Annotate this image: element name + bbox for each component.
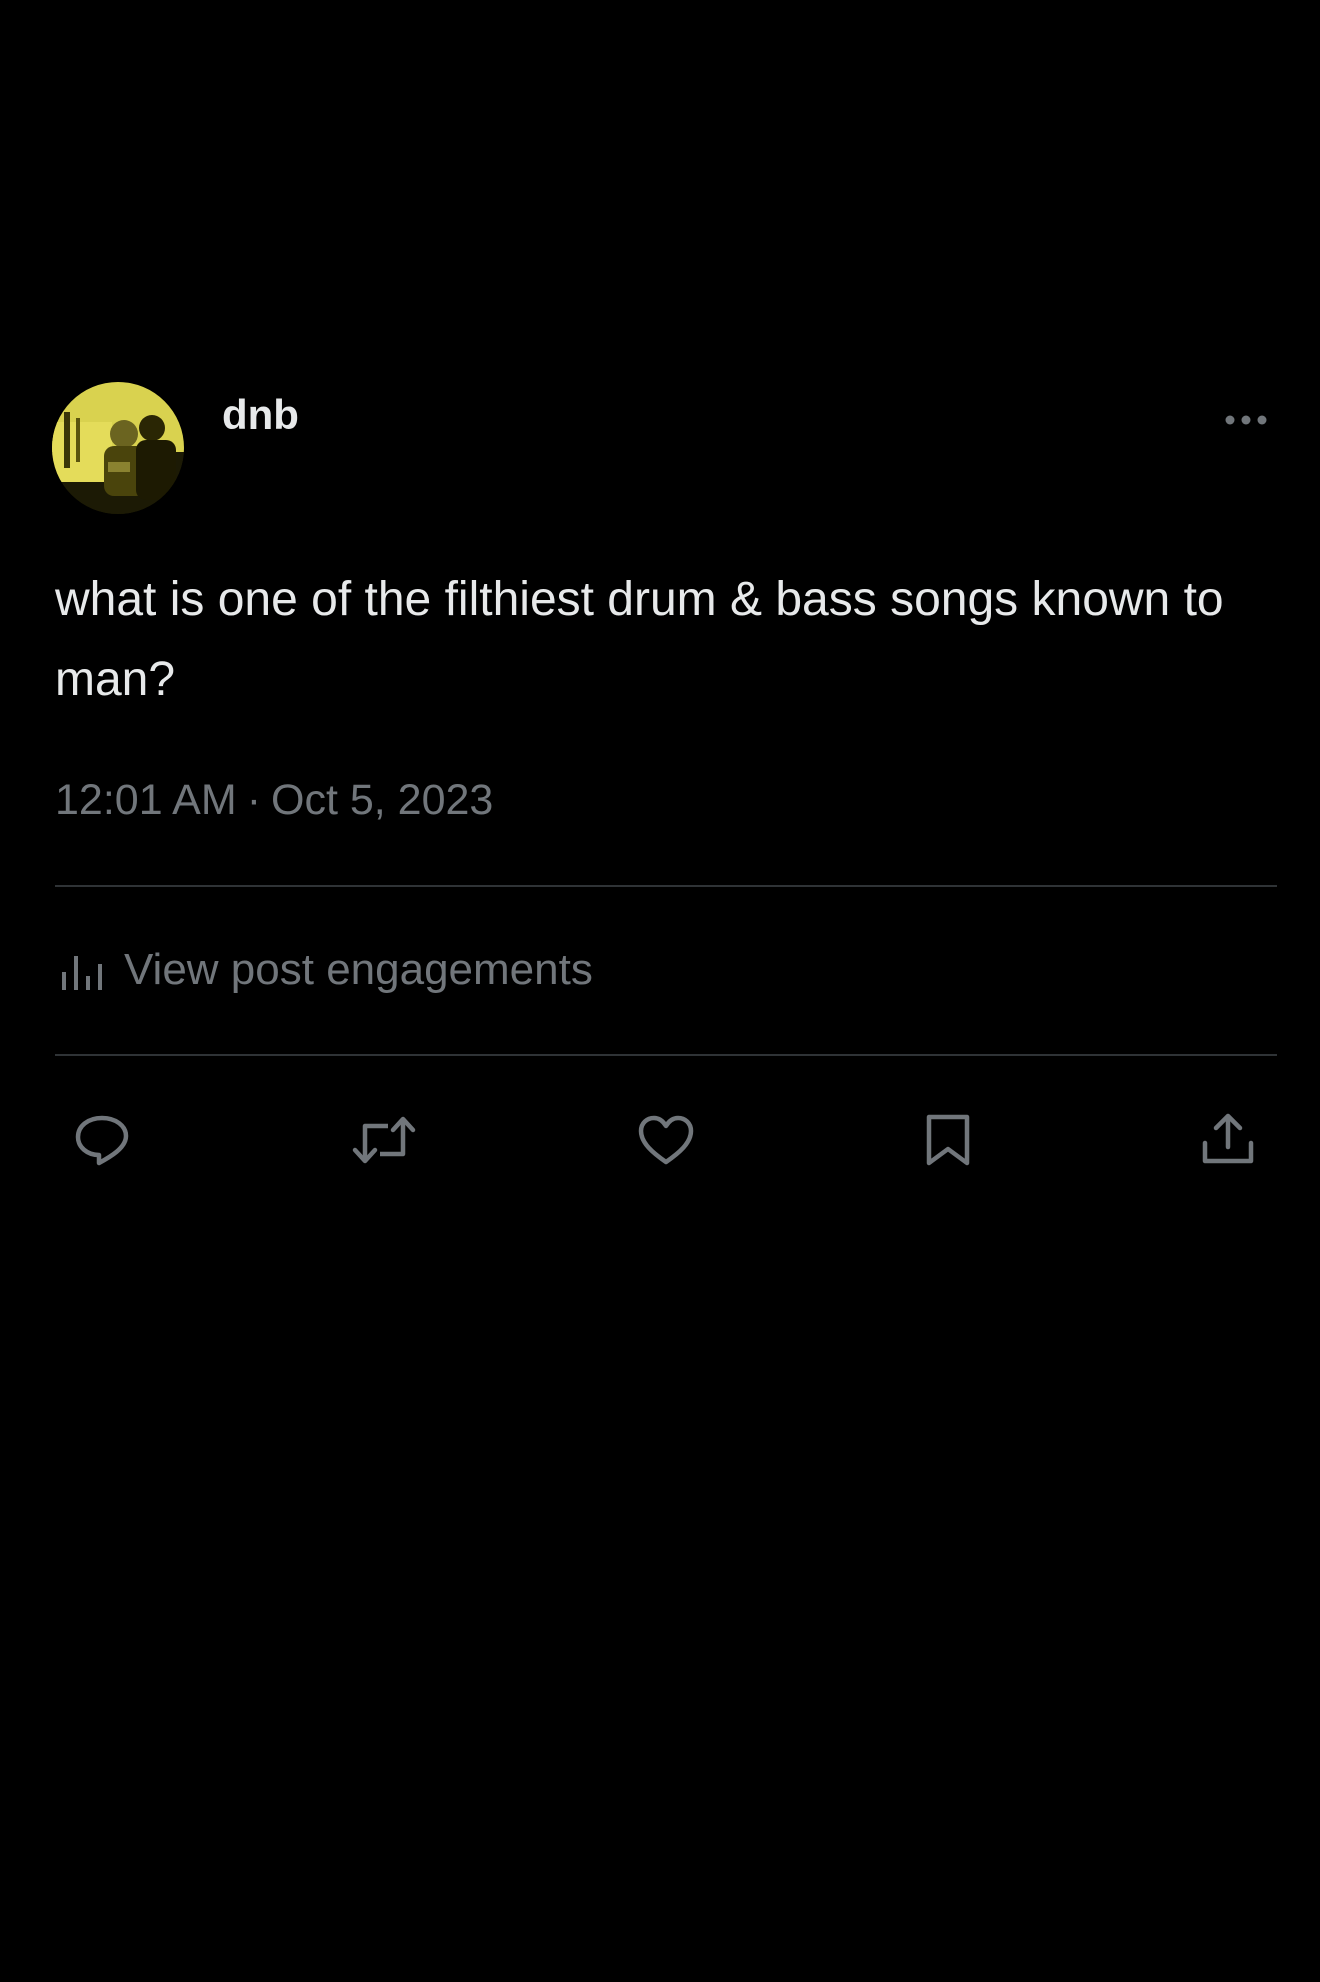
share-icon (1202, 1113, 1254, 1164)
timestamp-separator: · (246, 776, 262, 824)
divider-top (55, 885, 1277, 887)
author-name[interactable]: dnb (222, 390, 299, 440)
view-engagements-link[interactable]: View post engagements (58, 940, 593, 1000)
analytics-icon (62, 956, 102, 990)
view-engagements-label: View post engagements (124, 945, 593, 994)
post-time: 12:01 AM (55, 776, 237, 824)
more-horizontal-icon (1225, 415, 1267, 425)
post-text: what is one of the filthiest drum & bass… (55, 573, 1224, 706)
like-button[interactable] (632, 1106, 700, 1174)
avatar[interactable] (52, 382, 184, 514)
repost-button[interactable] (350, 1106, 418, 1174)
divider-bottom (55, 1054, 1277, 1056)
post: dnb what is one of the filthiest drum & … (0, 0, 1320, 1982)
bookmark-button[interactable] (914, 1106, 982, 1174)
reply-icon (75, 1115, 129, 1166)
post-date: Oct 5, 2023 (271, 776, 494, 824)
avatar-image (52, 382, 184, 514)
heart-icon (638, 1115, 694, 1165)
more-options-button[interactable] (1218, 400, 1274, 440)
bookmark-icon (926, 1114, 970, 1166)
post-timestamp[interactable]: 12:01 AM · Oct 5, 2023 (55, 772, 493, 828)
reply-button[interactable] (68, 1106, 136, 1174)
share-button[interactable] (1194, 1106, 1262, 1174)
repost-icon (352, 1116, 416, 1164)
